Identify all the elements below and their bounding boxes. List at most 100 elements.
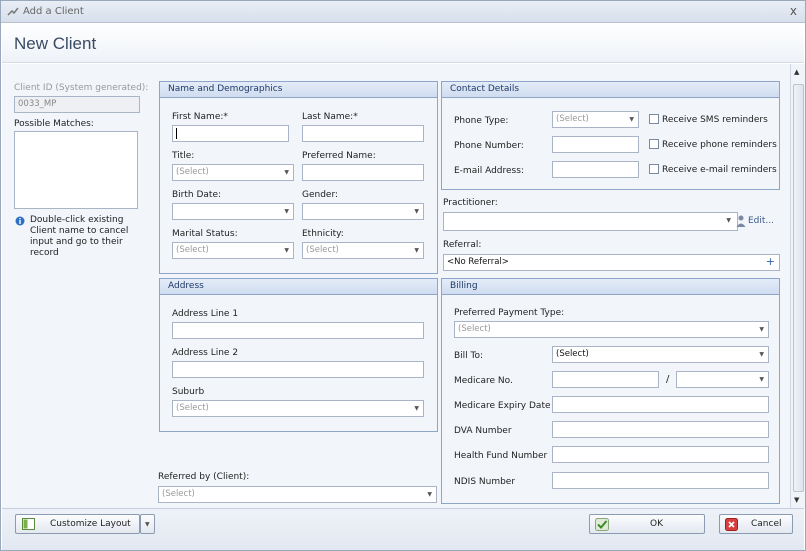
ndis-label: NDIS Number: [454, 477, 516, 487]
address-line1-input[interactable]: [172, 322, 424, 339]
vertical-scrollbar[interactable]: ▲ ▼: [790, 64, 805, 508]
ok-label: OK: [650, 519, 663, 529]
suburb-select[interactable]: (Select) ▼: [172, 400, 424, 417]
panel-header: Address: [160, 279, 437, 295]
info-icon: [15, 216, 25, 226]
practitioner-select[interactable]: ▼: [443, 212, 738, 231]
bill-to-select[interactable]: (Select) ▼: [552, 346, 769, 363]
chevron-down-icon: ▼: [414, 405, 419, 412]
client-id-field: 0033_MP: [14, 96, 140, 113]
scroll-up-icon[interactable]: ▲: [794, 68, 799, 76]
chevron-down-icon: ▼: [759, 376, 764, 383]
sms-reminder-checkbox[interactable]: [649, 114, 659, 124]
ethnicity-label: Ethnicity:: [302, 229, 344, 239]
close-icon[interactable]: x: [790, 4, 797, 18]
ok-button[interactable]: OK: [589, 514, 705, 534]
edit-label: Edit...: [748, 216, 775, 226]
medicare-ref-select[interactable]: ▼: [676, 371, 769, 388]
preferred-name-input[interactable]: [302, 164, 424, 181]
practitioner-label: Practitioner:: [443, 198, 498, 208]
title-bar: Add a Client x: [1, 1, 805, 23]
cancel-button[interactable]: Cancel: [719, 514, 793, 534]
medicare-expiry-label: Medicare Expiry Date: [454, 401, 551, 411]
address-line2-label: Address Line 2: [172, 348, 239, 358]
phone-number-input[interactable]: [552, 136, 639, 153]
person-icon: [736, 215, 746, 227]
referral-select[interactable]: <No Referral> +: [443, 254, 780, 271]
phone-number-label: Phone Number:: [454, 141, 524, 151]
panel-header: Name and Demographics: [160, 82, 437, 98]
medicare-separator: /: [666, 374, 670, 385]
title-value: (Select): [176, 167, 209, 177]
dialog-footer: Customize Layout ▼ OK Cancel: [2, 508, 804, 550]
last-name-label: Last Name:*: [302, 112, 358, 122]
chevron-down-icon: ▼: [629, 116, 634, 123]
address-line2-input[interactable]: [172, 361, 424, 378]
health-fund-input[interactable]: [552, 446, 769, 463]
dva-label: DVA Number: [454, 426, 512, 436]
ndis-input[interactable]: [552, 472, 769, 489]
first-name-input[interactable]: [172, 125, 289, 142]
chevron-down-icon: ▼: [414, 208, 419, 215]
ethnicity-select[interactable]: (Select) ▼: [302, 242, 424, 259]
window-title: Add a Client: [23, 6, 84, 17]
birth-date-label: Birth Date:: [172, 190, 222, 200]
ethnicity-value: (Select): [306, 245, 339, 255]
sms-reminder-label: Receive SMS reminders: [662, 115, 768, 125]
medicare-number-input[interactable]: [552, 371, 659, 388]
preferred-name-label: Preferred Name:: [302, 151, 376, 161]
add-referral-icon[interactable]: +: [766, 255, 775, 268]
billing-panel: Billing Preferred Payment Type: (Select)…: [441, 278, 780, 504]
scroll-thumb[interactable]: [793, 84, 804, 492]
referred-by-label: Referred by (Client):: [158, 472, 250, 482]
customize-layout-button[interactable]: Customize Layout: [15, 514, 140, 534]
suburb-label: Suburb: [172, 387, 205, 397]
chevron-down-icon: ▼: [726, 217, 731, 224]
cancel-label: Cancel: [751, 519, 782, 529]
layout-icon: [22, 518, 35, 530]
client-id-label: Client ID (System generated):: [14, 83, 149, 93]
phone-type-value: (Select): [556, 114, 589, 124]
panel-header: Contact Details: [442, 82, 779, 98]
address-line1-label: Address Line 1: [172, 309, 239, 319]
referral-label: Referral:: [443, 240, 482, 250]
contact-details-panel: Contact Details Phone Type: (Select) ▼ Ph…: [441, 81, 780, 190]
chevron-down-icon: ▼: [427, 491, 432, 498]
marital-status-select[interactable]: (Select) ▼: [172, 242, 294, 259]
referral-value: <No Referral>: [447, 257, 509, 267]
payment-type-label: Preferred Payment Type:: [454, 308, 565, 318]
medicare-label: Medicare No.: [454, 376, 513, 386]
phone-type-select[interactable]: (Select) ▼: [552, 111, 639, 128]
panel-header: Billing: [442, 279, 779, 295]
gender-label: Gender:: [302, 190, 339, 200]
medicare-expiry-input[interactable]: [552, 396, 769, 413]
phone-reminder-checkbox[interactable]: [649, 139, 659, 149]
gender-select[interactable]: ▼: [302, 203, 424, 220]
customize-layout-dropdown[interactable]: ▼: [140, 514, 155, 534]
matches-hint: Double-click existing Client name to can…: [30, 215, 129, 258]
chevron-down-icon: ▼: [759, 326, 764, 333]
title-select[interactable]: (Select) ▼: [172, 164, 294, 181]
chevron-down-icon: ▼: [284, 247, 289, 254]
referred-by-value: (Select): [162, 489, 195, 499]
name-demographics-panel: Name and Demographics First Name:* Last …: [159, 81, 438, 274]
referred-by-select[interactable]: (Select) ▼: [158, 486, 437, 503]
email-input[interactable]: [552, 161, 639, 178]
form-body: Client ID (System generated): 0033_MP Po…: [2, 64, 790, 508]
practitioner-edit-button[interactable]: Edit...: [734, 212, 780, 231]
marital-status-label: Marital Status:: [172, 229, 238, 239]
payment-type-select[interactable]: (Select) ▼: [454, 321, 769, 338]
birth-date-picker[interactable]: ▼: [172, 203, 294, 220]
title-label: Title:: [172, 151, 195, 161]
chevron-down-icon: ▼: [414, 247, 419, 254]
chevron-down-icon: ▼: [145, 521, 150, 528]
possible-matches-list[interactable]: [14, 131, 138, 209]
last-name-input[interactable]: [302, 125, 424, 142]
phone-reminder-label: Receive phone reminders: [662, 140, 777, 150]
dva-input[interactable]: [552, 421, 769, 438]
add-client-window: Add a Client x New Client Client ID (Sys…: [0, 0, 806, 551]
chevron-down-icon: ▼: [759, 351, 764, 358]
chevron-down-icon: ▼: [284, 169, 289, 176]
email-reminder-checkbox[interactable]: [649, 164, 659, 174]
scroll-down-icon[interactable]: ▼: [794, 496, 799, 504]
